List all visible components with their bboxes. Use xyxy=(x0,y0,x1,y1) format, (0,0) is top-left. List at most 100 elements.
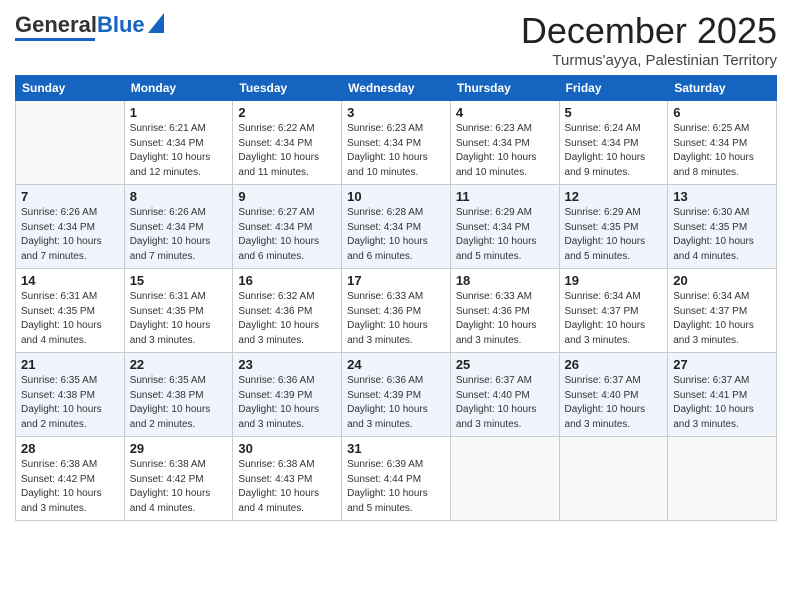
day-info: Sunrise: 6:38 AM Sunset: 4:43 PM Dayligh… xyxy=(238,458,336,516)
day-info: Sunrise: 6:34 AM Sunset: 4:37 PM Dayligh… xyxy=(673,290,771,348)
day-number: 3 xyxy=(347,105,445,120)
calendar-cell: 24Sunrise: 6:36 AM Sunset: 4:39 PM Dayli… xyxy=(342,353,451,437)
calendar-cell: 29 Sunrise: 6:38 AM Sunset: 4:42 PM Dayli… xyxy=(124,437,233,521)
calendar-cell xyxy=(450,437,559,521)
day-number: 5 xyxy=(565,105,663,120)
day-info: Sunrise: 6:26 AM Sunset: 4:34 PM Dayligh… xyxy=(130,206,228,264)
calendar-cell: 14Sunrise: 6:31 AM Sunset: 4:35 PM Dayli… xyxy=(16,269,125,353)
weekday-header-saturday: Saturday xyxy=(668,76,777,101)
calendar-cell: 21 Sunrise: 6:35 AM Sunset: 4:38 PM Dayli… xyxy=(16,353,125,437)
day-number: 7 xyxy=(21,189,119,204)
calendar-cell: 1 Sunrise: 6:21 AM Sunset: 4:34 PM Daylig… xyxy=(124,101,233,185)
day-info: Sunrise: 6:29 AM Sunset: 4:34 PM Dayligh… xyxy=(456,206,554,264)
calendar-week-row: 7 Sunrise: 6:26 AM Sunset: 4:34 PM Daylig… xyxy=(16,185,777,269)
calendar-cell xyxy=(16,101,125,185)
calendar-cell: 13 Sunrise: 6:30 AM Sunset: 4:35 PM Dayli… xyxy=(668,185,777,269)
page-header: GeneralBlue December 2025 Turmus'ayya, P… xyxy=(15,10,777,69)
weekday-header-tuesday: Tuesday xyxy=(233,76,342,101)
day-number: 1 xyxy=(130,105,228,120)
calendar-cell: 30 Sunrise: 6:38 AM Sunset: 4:43 PM Dayli… xyxy=(233,437,342,521)
weekday-header-wednesday: Wednesday xyxy=(342,76,451,101)
day-number: 15 xyxy=(130,273,228,288)
calendar-cell: 26 Sunrise: 6:37 AM Sunset: 4:40 PM Dayli… xyxy=(559,353,668,437)
day-info: Sunrise: 6:33 AM Sunset: 4:36 PM Dayligh… xyxy=(347,290,445,348)
calendar-cell: 12Sunrise: 6:29 AM Sunset: 4:35 PM Dayli… xyxy=(559,185,668,269)
day-info: Sunrise: 6:38 AM Sunset: 4:42 PM Dayligh… xyxy=(130,458,228,516)
day-info: Sunrise: 6:33 AM Sunset: 4:36 PM Dayligh… xyxy=(456,290,554,348)
calendar-week-row: 28 Sunrise: 6:38 AM Sunset: 4:42 PM Dayli… xyxy=(16,437,777,521)
day-number: 2 xyxy=(238,105,336,120)
calendar-cell xyxy=(559,437,668,521)
day-number: 25 xyxy=(456,357,554,372)
logo: GeneralBlue xyxy=(15,10,164,41)
weekday-header-thursday: Thursday xyxy=(450,76,559,101)
day-info: Sunrise: 6:39 AM Sunset: 4:44 PM Dayligh… xyxy=(347,458,445,516)
day-info: Sunrise: 6:30 AM Sunset: 4:35 PM Dayligh… xyxy=(673,206,771,264)
calendar-cell: 11 Sunrise: 6:29 AM Sunset: 4:34 PM Dayli… xyxy=(450,185,559,269)
day-info: Sunrise: 6:38 AM Sunset: 4:42 PM Dayligh… xyxy=(21,458,119,516)
day-number: 28 xyxy=(21,441,119,456)
day-info: Sunrise: 6:34 AM Sunset: 4:37 PM Dayligh… xyxy=(565,290,663,348)
day-info: Sunrise: 6:21 AM Sunset: 4:34 PM Dayligh… xyxy=(130,122,228,180)
logo-blue: Blue xyxy=(97,12,145,37)
day-number: 27 xyxy=(673,357,771,372)
calendar-week-row: 14Sunrise: 6:31 AM Sunset: 4:35 PM Dayli… xyxy=(16,269,777,353)
location-subtitle: Turmus'ayya, Palestinian Territory xyxy=(521,52,777,69)
day-info: Sunrise: 6:27 AM Sunset: 4:34 PM Dayligh… xyxy=(238,206,336,264)
title-area: December 2025 Turmus'ayya, Palestinian T… xyxy=(521,10,777,69)
day-info: Sunrise: 6:37 AM Sunset: 4:40 PM Dayligh… xyxy=(565,374,663,432)
calendar-cell: 2Sunrise: 6:22 AM Sunset: 4:34 PM Daylig… xyxy=(233,101,342,185)
calendar-cell: 8 Sunrise: 6:26 AM Sunset: 4:34 PM Daylig… xyxy=(124,185,233,269)
day-number: 10 xyxy=(347,189,445,204)
day-number: 21 xyxy=(21,357,119,372)
day-number: 13 xyxy=(673,189,771,204)
day-number: 29 xyxy=(130,441,228,456)
day-number: 9 xyxy=(238,189,336,204)
day-info: Sunrise: 6:32 AM Sunset: 4:36 PM Dayligh… xyxy=(238,290,336,348)
day-info: Sunrise: 6:35 AM Sunset: 4:38 PM Dayligh… xyxy=(130,374,228,432)
calendar-week-row: 21 Sunrise: 6:35 AM Sunset: 4:38 PM Dayli… xyxy=(16,353,777,437)
day-info: Sunrise: 6:23 AM Sunset: 4:34 PM Dayligh… xyxy=(347,122,445,180)
calendar-cell: 27Sunrise: 6:37 AM Sunset: 4:41 PM Dayli… xyxy=(668,353,777,437)
day-info: Sunrise: 6:35 AM Sunset: 4:38 PM Dayligh… xyxy=(21,374,119,432)
calendar-cell: 17Sunrise: 6:33 AM Sunset: 4:36 PM Dayli… xyxy=(342,269,451,353)
day-info: Sunrise: 6:31 AM Sunset: 4:35 PM Dayligh… xyxy=(21,290,119,348)
logo-text: GeneralBlue xyxy=(15,14,145,36)
calendar-header: SundayMondayTuesdayWednesdayThursdayFrid… xyxy=(16,76,777,101)
calendar-cell: 22 Sunrise: 6:35 AM Sunset: 4:38 PM Dayli… xyxy=(124,353,233,437)
month-title: December 2025 xyxy=(521,10,777,52)
weekday-header-friday: Friday xyxy=(559,76,668,101)
day-number: 24 xyxy=(347,357,445,372)
calendar-cell: 31 Sunrise: 6:39 AM Sunset: 4:44 PM Dayli… xyxy=(342,437,451,521)
calendar-cell: 25Sunrise: 6:37 AM Sunset: 4:40 PM Dayli… xyxy=(450,353,559,437)
day-number: 20 xyxy=(673,273,771,288)
day-number: 8 xyxy=(130,189,228,204)
calendar-cell: 28 Sunrise: 6:38 AM Sunset: 4:42 PM Dayli… xyxy=(16,437,125,521)
calendar-body: 1 Sunrise: 6:21 AM Sunset: 4:34 PM Daylig… xyxy=(16,101,777,521)
day-number: 12 xyxy=(565,189,663,204)
day-number: 4 xyxy=(456,105,554,120)
day-info: Sunrise: 6:36 AM Sunset: 4:39 PM Dayligh… xyxy=(238,374,336,432)
day-number: 30 xyxy=(238,441,336,456)
calendar-cell: 16Sunrise: 6:32 AM Sunset: 4:36 PM Dayli… xyxy=(233,269,342,353)
calendar-cell: 7 Sunrise: 6:26 AM Sunset: 4:34 PM Daylig… xyxy=(16,185,125,269)
day-info: Sunrise: 6:31 AM Sunset: 4:35 PM Dayligh… xyxy=(130,290,228,348)
weekday-header-monday: Monday xyxy=(124,76,233,101)
day-number: 19 xyxy=(565,273,663,288)
day-number: 26 xyxy=(565,357,663,372)
calendar-cell: 4 Sunrise: 6:23 AM Sunset: 4:34 PM Daylig… xyxy=(450,101,559,185)
day-number: 11 xyxy=(456,189,554,204)
logo-general: General xyxy=(15,12,97,37)
calendar-cell: 23Sunrise: 6:36 AM Sunset: 4:39 PM Dayli… xyxy=(233,353,342,437)
calendar-cell: 20 Sunrise: 6:34 AM Sunset: 4:37 PM Dayli… xyxy=(668,269,777,353)
day-info: Sunrise: 6:26 AM Sunset: 4:34 PM Dayligh… xyxy=(21,206,119,264)
day-number: 22 xyxy=(130,357,228,372)
logo-triangle-icon xyxy=(148,13,164,33)
calendar-cell: 9 Sunrise: 6:27 AM Sunset: 4:34 PM Daylig… xyxy=(233,185,342,269)
calendar-table: SundayMondayTuesdayWednesdayThursdayFrid… xyxy=(15,75,777,521)
day-info: Sunrise: 6:23 AM Sunset: 4:34 PM Dayligh… xyxy=(456,122,554,180)
day-number: 31 xyxy=(347,441,445,456)
calendar-cell xyxy=(668,437,777,521)
calendar-cell: 19 Sunrise: 6:34 AM Sunset: 4:37 PM Dayli… xyxy=(559,269,668,353)
calendar-cell: 5Sunrise: 6:24 AM Sunset: 4:34 PM Daylig… xyxy=(559,101,668,185)
